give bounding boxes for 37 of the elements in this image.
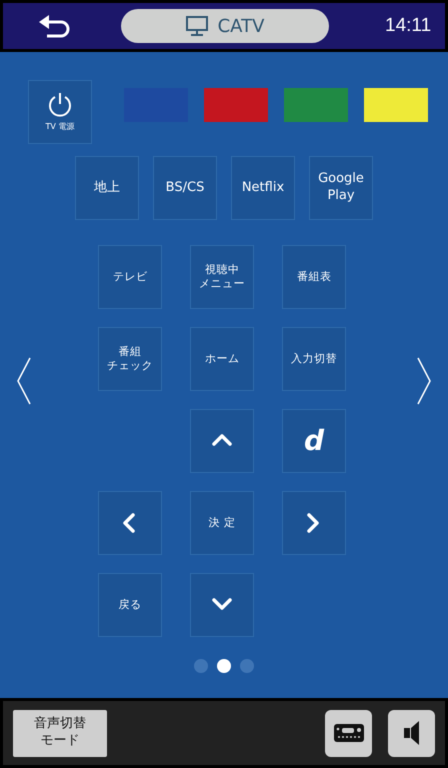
speaker-icon	[402, 720, 420, 746]
page-dot[interactable]	[217, 659, 231, 673]
color-button[interactable]	[364, 88, 428, 122]
left-button[interactable]	[98, 491, 162, 555]
source-button[interactable]: BS/CS	[153, 156, 217, 220]
power-icon	[47, 92, 73, 118]
remote-button[interactable]: 決 定	[190, 491, 254, 555]
speaker-button[interactable]	[388, 710, 435, 756]
receiver-button[interactable]	[325, 710, 372, 756]
power-button[interactable]: TV 電源	[28, 80, 92, 144]
window-title: CATV	[218, 16, 264, 36]
page-dot[interactable]	[240, 659, 254, 673]
source-button[interactable]: Google Play	[309, 156, 373, 220]
source-button[interactable]: 地上	[75, 156, 139, 220]
remote-button[interactable]: 入力切替	[282, 327, 346, 391]
next-page-button[interactable]	[416, 357, 432, 405]
down-button[interactable]	[190, 573, 254, 637]
chevron-right-icon	[416, 357, 432, 405]
remote-button[interactable]: 視聴中 メニュー	[190, 245, 254, 309]
clock-time: 14:11	[385, 15, 432, 37]
right-button[interactable]	[282, 491, 346, 555]
sound-mode-button[interactable]: 音声切替 モード	[13, 710, 107, 756]
remote-button[interactable]: 番組表	[282, 245, 346, 309]
remote-button[interactable]: 番組 チェック	[98, 327, 162, 391]
remote-button[interactable]: ホーム	[190, 327, 254, 391]
remote-button[interactable]: 戻る	[98, 573, 162, 637]
d-button[interactable]: d	[282, 409, 346, 473]
up-button[interactable]	[190, 409, 254, 473]
page-dot[interactable]	[194, 659, 208, 673]
previous-page-button[interactable]	[16, 357, 32, 405]
chevron-left-icon	[16, 357, 32, 405]
color-button[interactable]	[284, 88, 348, 122]
color-button[interactable]	[204, 88, 268, 122]
monitor-icon	[186, 16, 208, 36]
source-button[interactable]: Netflix	[231, 156, 295, 220]
remote-button[interactable]: テレビ	[98, 245, 162, 309]
receiver-icon	[332, 721, 364, 745]
